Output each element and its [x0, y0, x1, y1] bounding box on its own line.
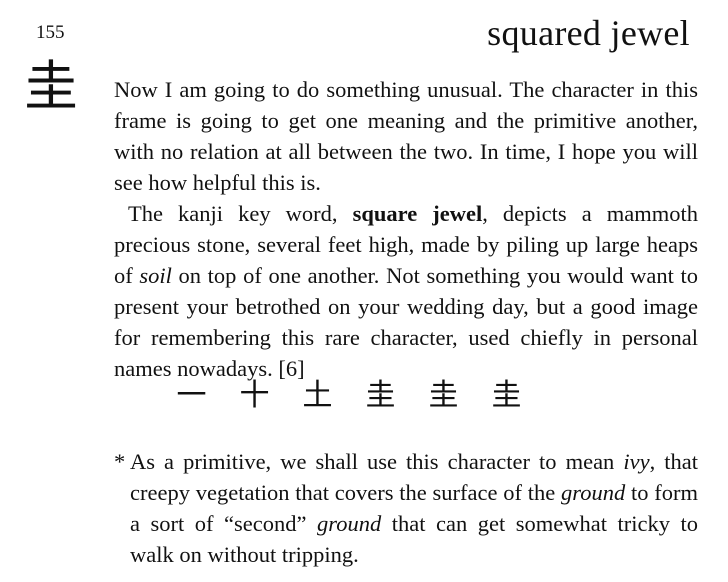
stroke-order: 一 十 土 圭 圭 圭 [160, 370, 538, 414]
primitive-soil-italic: soil [139, 263, 172, 288]
stroke-step: 十 [239, 378, 270, 413]
paragraph-1: Now I am going to do something unusual. … [114, 77, 698, 195]
stroke-step: 土 [302, 378, 333, 413]
stroke-step: 一 [176, 378, 207, 413]
note-italic-ivy: ivy [623, 449, 650, 474]
stroke-step: 圭 [491, 378, 522, 413]
main-kanji: 圭 [24, 55, 78, 118]
paragraph-2: The kanji key word, square jewel, depict… [114, 198, 698, 384]
stroke-step: 圭 [365, 378, 396, 413]
paragraph-2-text-1: The kanji key word, [128, 201, 353, 226]
note-italic-ground-2: ground [317, 511, 382, 536]
note-text-1: As a primitive, we shall use this charac… [130, 449, 624, 474]
body-text: Now I am going to do something unusual. … [114, 74, 698, 384]
key-word-heading: squared jewel [487, 13, 690, 53]
stroke-step: 圭 [428, 378, 459, 413]
note-asterisk: * [114, 449, 126, 474]
paragraph-2-text-3: on top of one another. Not something you… [114, 263, 698, 381]
frame-number: 155 [36, 22, 65, 43]
note-italic-ground-1: ground [561, 480, 626, 505]
key-word-bold: square jewel [352, 201, 483, 226]
primitive-note: * As a primitive, we shall use this chara… [114, 446, 698, 570]
